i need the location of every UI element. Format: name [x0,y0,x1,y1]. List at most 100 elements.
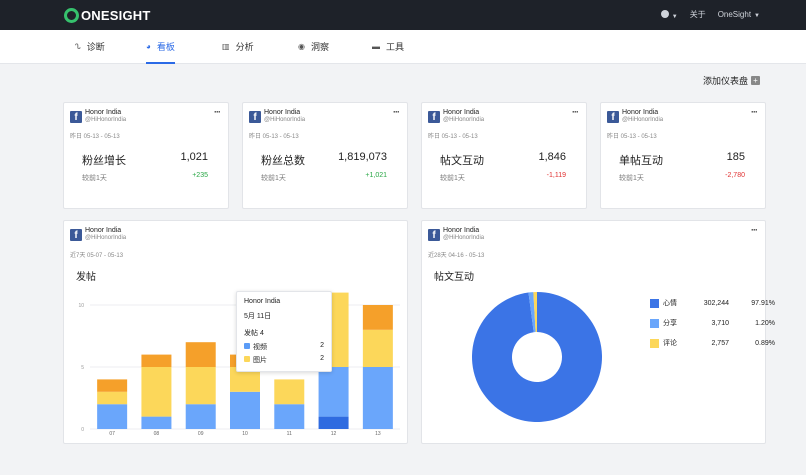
delta-value: -2,780 [725,172,745,179]
bar-segment [185,367,216,405]
top-bar: ONESIGHT ▼ 关于 OneSight ▼ [0,0,806,30]
tooltip-row-value: 2 [320,342,324,349]
y-tick-label: 0 [81,427,84,433]
tab-insight[interactable]: ◉ 洞察 [298,30,329,63]
legend-swatch [650,338,659,348]
more-menu-icon[interactable]: ··· [751,107,758,117]
add-dashboard-label: 添加仪表盘 [702,76,748,86]
delta-value: +235 [192,172,208,179]
language-menu[interactable]: ▼ [660,9,678,20]
account-handle: @HiHonorIndia [264,117,306,123]
metric-value: 1,819,073 [338,151,387,163]
tab-label: 工具 [386,42,405,52]
x-tick-label: 10 [242,431,248,437]
legend-percent: 1.20% [755,319,775,327]
logo-text: ONESIGHT [81,7,151,23]
date-range: 昨日 05-13 - 05-13 [428,134,478,140]
account-handle: @HiHonorIndia [85,117,127,123]
engagement-panel: f Honor India @HiHonorIndia ··· 近28天 04-… [421,220,775,444]
bar-segment [141,416,172,429]
delta-value: -1,119 [546,172,566,179]
metric-card-post-engagement: f Honor India @HiHonorIndia ··· 昨日 05-13… [421,102,587,209]
legend-swatch [650,318,659,328]
metric-card-per-post-engagement: f Honor India @HiHonorIndia ··· 昨日 05-13… [600,102,766,209]
account-name: Honor India [85,109,122,116]
tab-dashboard[interactable]: ◕ 看板 [146,30,175,64]
logo[interactable]: ONESIGHT [64,6,151,24]
tab-label: 洞察 [310,42,329,52]
metric-card-fans-total: f Honor India @HiHonorIndia ··· 昨日 05-13… [242,102,408,209]
tab-label: 诊断 [86,42,105,52]
compare-label: 较前1天 [619,175,644,182]
legend-row: 心情 302,244 97.91% [650,298,775,308]
legend-row: 评论 2,757 0.89% [650,338,775,348]
legend-label: 评论 [663,340,677,347]
x-tick-label: 07 [109,431,115,437]
legend-percent: 0.89% [755,339,775,347]
account-name: Honor India [264,109,301,116]
tab-diagnose[interactable]: ᔐ 诊断 [75,30,105,63]
metric-title: 粉丝总数 [261,155,305,167]
legend-value: 302,244 [703,299,729,307]
y-tick-label: 10 [78,303,84,309]
bar-segment [230,391,260,429]
tooltip-account: Honor India [244,298,281,305]
account-handle: @HiHonorIndia [443,117,485,123]
bar-segment [97,379,128,392]
logo-ring-icon [64,7,79,23]
tooltip-row-label: 视频 [253,344,267,351]
chevron-down-icon: ▼ [671,13,678,20]
legend-value: 3,710 [711,319,729,327]
engagement-donut-chart [472,292,602,422]
more-menu-icon[interactable]: ··· [572,107,579,117]
bar-segment [362,305,393,330]
bar-segment [362,367,393,429]
toolbox-icon: ▬ [372,42,380,51]
compare-label: 较前1天 [440,175,465,182]
account-name: Honor India [622,109,659,116]
account-handle: @HiHonorIndia [622,117,664,123]
facebook-icon: f [70,111,82,123]
tooltip-total: 发帖 4 [244,330,264,337]
add-dashboard-button[interactable]: 添加仪表盘 + [703,74,760,87]
stethoscope-icon: ᔐ [75,42,81,51]
x-tick-label: 12 [331,431,337,437]
bar-segment [97,404,128,429]
chart-title: 帖文互动 [434,272,474,283]
date-range: 昨日 05-13 - 05-13 [70,134,120,140]
compare-label: 较前1天 [82,175,107,182]
about-link[interactable]: 关于 [690,9,706,20]
tooltip-swatch [244,343,250,349]
x-tick-label: 13 [375,431,381,437]
more-menu-icon[interactable]: ··· [393,107,400,117]
chevron-down-icon: ▼ [754,13,760,19]
x-tick-label: 08 [154,431,160,437]
tab-label: 分析 [235,42,254,52]
metric-value: 185 [726,151,745,163]
legend-swatch [650,298,659,308]
account-name: Honor India [443,227,480,234]
tooltip-swatch [244,356,250,362]
tab-tools[interactable]: ▬ 工具 [372,30,404,63]
x-tick-label: 09 [198,431,204,437]
bar-segment [362,329,393,367]
bar-segment [318,367,349,417]
account-menu[interactable]: OneSight ▼ [718,10,760,19]
legend-label: 心情 [663,300,677,307]
more-menu-icon[interactable]: ··· [751,225,758,235]
account-name: OneSight [717,10,752,19]
more-menu-icon[interactable]: ··· [214,107,221,117]
x-tick-label: 11 [287,431,292,437]
y-tick-label: 5 [81,365,84,371]
legend-percent: 97.91% [751,299,775,307]
metric-title: 粉丝增长 [82,155,126,167]
bar-segment [274,379,305,405]
date-range: 昨日 05-13 - 05-13 [249,134,299,140]
bar-segment [185,404,216,429]
globe-icon [660,9,669,18]
facebook-icon: f [607,111,619,123]
bar-segment [97,391,128,405]
facebook-icon: f [249,111,261,123]
metric-value: 1,021 [180,151,208,163]
tab-analysis[interactable]: ▥ 分析 [222,30,254,63]
